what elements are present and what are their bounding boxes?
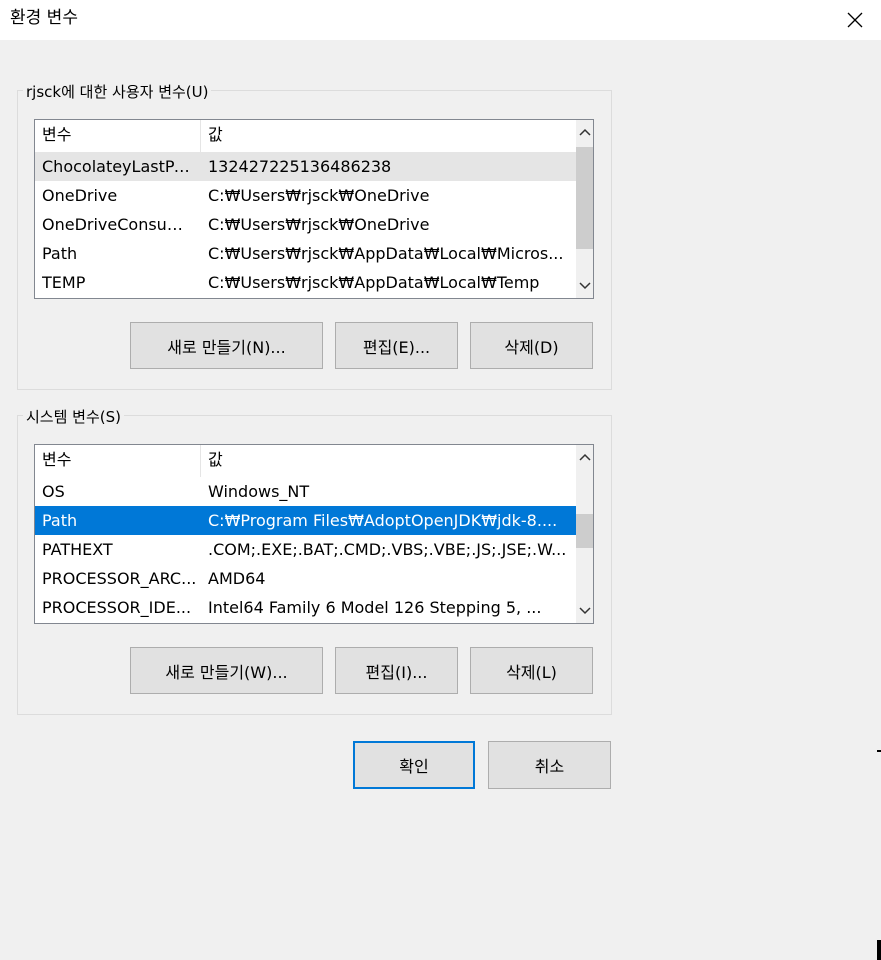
ok-button[interactable]: 확인 (353, 741, 475, 789)
var-name: PROCESSOR_ARC... (42, 569, 197, 588)
scroll-down-button[interactable] (576, 599, 593, 623)
var-value: C:₩Users₩rjsck₩AppData₩Local₩Temp (208, 273, 540, 292)
system-variables-label: 시스템 변수(S) (23, 408, 124, 426)
scroll-thumb[interactable] (576, 147, 593, 249)
scroll-up-button[interactable] (576, 120, 593, 144)
var-value: C:₩Users₩rjsck₩OneDrive (208, 186, 430, 205)
column-header-variable[interactable]: 변수 (35, 445, 201, 477)
var-name: Path (42, 244, 78, 263)
var-name: Path (42, 511, 78, 530)
var-value: C:₩Users₩rjsck₩OneDrive (208, 215, 430, 234)
var-value: C:₩Program Files₩AdoptOpenJDK₩jdk-8.... (208, 511, 558, 530)
column-header-value[interactable]: 값 (201, 120, 576, 152)
var-value: AMD64 (208, 569, 266, 588)
user-var-row[interactable]: ChocolateyLastPa... 132427225136486238 (35, 152, 576, 181)
system-new-button[interactable]: 새로 만들기(W)... (130, 647, 323, 694)
var-value: Windows_NT (208, 482, 310, 501)
column-header-variable[interactable]: 변수 (35, 120, 201, 152)
var-name: OS (42, 482, 65, 501)
chevron-up-icon (578, 128, 591, 136)
window-title: 환경 변수 (10, 8, 78, 28)
scroll-thumb[interactable] (576, 514, 593, 548)
close-icon (847, 12, 863, 28)
cancel-button[interactable]: 취소 (488, 741, 611, 789)
var-name: PROCESSOR_IDE... (42, 598, 192, 617)
system-variables-list[interactable]: 변수 값 OS Windows_NT Path C:₩Program Files… (34, 444, 594, 624)
system-edit-button[interactable]: 편집(I)... (335, 647, 458, 694)
var-name: TEMP (42, 273, 86, 292)
var-value: 132427225136486238 (208, 157, 392, 176)
var-name: PATHEXT (42, 540, 113, 559)
edge-marker (877, 940, 881, 960)
scroll-up-button[interactable] (576, 445, 593, 469)
user-var-row[interactable]: OneDrive C:₩Users₩rjsck₩OneDrive (35, 181, 576, 210)
var-name: ChocolateyLastPa... (42, 157, 197, 176)
user-new-button[interactable]: 새로 만들기(N)... (130, 322, 323, 369)
var-value: C:₩Users₩rjsck₩AppData₩Local₩Micros... (208, 244, 564, 263)
chevron-up-icon (578, 453, 591, 461)
system-list-scrollbar[interactable] (576, 445, 593, 623)
edge-marker (877, 750, 881, 752)
var-name: OneDrive (42, 186, 118, 205)
chevron-down-icon (578, 282, 591, 290)
user-var-row[interactable]: TEMP C:₩Users₩rjsck₩AppData₩Local₩Temp (35, 268, 576, 297)
user-var-row[interactable]: OneDriveConsumer C:₩Users₩rjsck₩OneDrive (35, 210, 576, 239)
system-delete-button[interactable]: 삭제(L) (470, 647, 593, 694)
user-variables-label: rjsck에 대한 사용자 변수(U) (23, 83, 212, 101)
user-delete-button[interactable]: 삭제(D) (470, 322, 593, 369)
system-var-row[interactable]: PROCESSOR_ARC... AMD64 (35, 564, 576, 593)
var-value: Intel64 Family 6 Model 126 Stepping 5, .… (208, 598, 542, 617)
system-var-row[interactable]: PATHEXT .COM;.EXE;.BAT;.CMD;.VBS;.VBE;.J… (35, 535, 576, 564)
chevron-down-icon (578, 607, 591, 615)
var-value: .COM;.EXE;.BAT;.CMD;.VBS;.VBE;.JS;.JSE;.… (208, 540, 567, 559)
close-button[interactable] (837, 2, 873, 38)
user-variables-list[interactable]: 변수 값 ChocolateyLastPa... 132427225136486… (34, 119, 594, 299)
system-list-header: 변수 값 (35, 445, 576, 477)
system-var-row[interactable]: PROCESSOR_IDE... Intel64 Family 6 Model … (35, 593, 576, 622)
system-var-row-selected[interactable]: Path C:₩Program Files₩AdoptOpenJDK₩jdk-8… (35, 506, 576, 535)
column-header-value[interactable]: 값 (201, 445, 576, 477)
scroll-down-button[interactable] (576, 274, 593, 298)
user-list-header: 변수 값 (35, 120, 576, 152)
user-edit-button[interactable]: 편집(E)... (335, 322, 458, 369)
title-bar: 환경 변수 (0, 0, 881, 40)
user-list-scrollbar[interactable] (576, 120, 593, 298)
var-name: OneDriveConsumer (42, 215, 197, 234)
system-var-row[interactable]: OS Windows_NT (35, 477, 576, 506)
user-var-row[interactable]: Path C:₩Users₩rjsck₩AppData₩Local₩Micros… (35, 239, 576, 268)
